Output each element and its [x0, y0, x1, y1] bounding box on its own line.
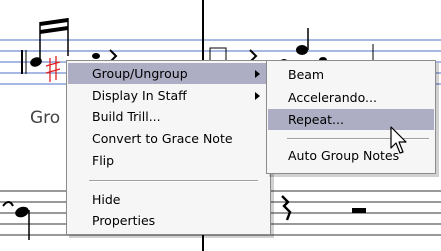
- menu-item-properties[interactable]: Properties: [68, 210, 269, 231]
- menu-separator: [89, 180, 258, 182]
- menu-item-label: Accelerando...: [288, 90, 377, 105]
- menu-item-label: Group/Ungroup: [92, 66, 188, 81]
- menu-item-label: Hide: [92, 192, 121, 207]
- menu-item-label: Auto Group Notes: [288, 148, 400, 163]
- staff-group-label: Gro: [30, 108, 61, 128]
- menu-item-hide[interactable]: Hide: [68, 189, 269, 210]
- submenu-item-beam[interactable]: Beam: [268, 64, 434, 85]
- menu-item-label: Flip: [92, 153, 115, 168]
- context-menu: Group/Ungroup Display In Staff Build Tri…: [66, 60, 271, 235]
- menu-item-convert-to-grace-note[interactable]: Convert to Grace Note: [68, 128, 269, 149]
- menu-item-group-ungroup[interactable]: Group/Ungroup: [68, 63, 269, 84]
- chevron-right-icon: [255, 70, 260, 78]
- menu-item-flip[interactable]: Flip: [68, 150, 269, 171]
- submenu-item-accelerando[interactable]: Accelerando...: [268, 87, 434, 108]
- menu-item-label: Convert to Grace Note: [92, 131, 233, 146]
- menu-item-label: Beam: [288, 67, 325, 82]
- menu-item-label: Build Trill...: [92, 109, 161, 124]
- menu-item-label: Display In Staff: [92, 88, 187, 103]
- menu-item-display-in-staff[interactable]: Display In Staff: [68, 85, 269, 106]
- menu-item-label: Properties: [92, 213, 156, 228]
- score-editor: Gro Group/Ungroup Display In Staff Build…: [0, 0, 441, 251]
- chevron-right-icon: [255, 92, 260, 100]
- group-submenu: Beam Accelerando... Repeat... Auto Group…: [266, 60, 436, 174]
- arrow-pointer-icon: [390, 126, 407, 154]
- menu-item-label: Repeat...: [288, 112, 344, 127]
- selected-note: [45, 56, 61, 82]
- menu-item-build-trill[interactable]: Build Trill...: [68, 106, 269, 127]
